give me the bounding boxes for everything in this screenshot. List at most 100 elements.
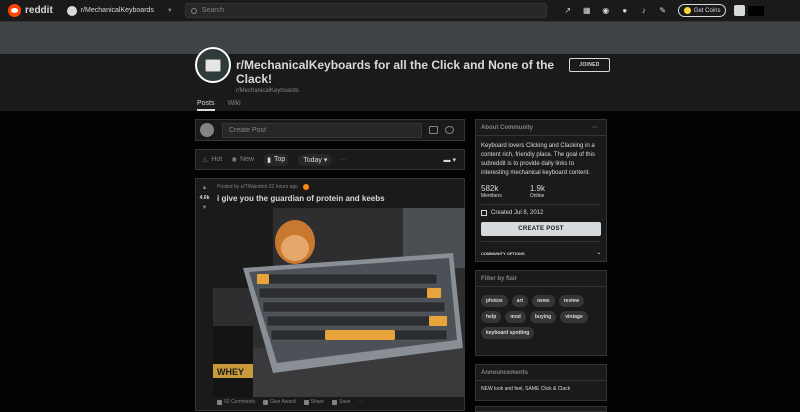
sort-hot-label: Hot	[211, 156, 223, 163]
create-post-input[interactable]: Create Post	[222, 122, 422, 138]
community-options-label: COMMUNITY OPTIONS	[481, 250, 525, 256]
sort-top[interactable]: ▮ Top	[263, 153, 290, 166]
search-icon	[190, 7, 197, 14]
avatar	[734, 5, 746, 16]
save-button[interactable]: Save	[331, 399, 351, 405]
link-icon[interactable]	[445, 126, 454, 134]
flair-list: photos art news review help mod buying v…	[476, 287, 606, 343]
popular-icon[interactable]: ▦	[581, 5, 593, 17]
subreddit-icon	[66, 5, 77, 16]
flair-chip[interactable]: mod	[505, 311, 526, 323]
reddit-alien-icon	[8, 4, 21, 17]
downvote-icon[interactable]: ▼	[202, 205, 208, 211]
online-count: 1.9k	[529, 184, 545, 193]
image-upload-icon[interactable]	[429, 126, 438, 134]
sort-hot[interactable]: ♨ Hot	[202, 156, 222, 164]
chat-icon[interactable]: ●	[619, 5, 631, 17]
about-description: Keyboard lovers Clicking and Clacking in…	[481, 143, 595, 176]
notifications-icon[interactable]: ♪	[638, 5, 650, 17]
create-post-button[interactable]: CREATE POST	[481, 222, 601, 236]
sort-new[interactable]: ✺ New	[231, 156, 254, 164]
post-card[interactable]: ▲ 4.0k ▼ Posted by u/TWaimbot 22 hours a…	[195, 178, 465, 411]
members-label: Members	[481, 193, 502, 199]
about-community-widget: About Community ··· Keyboard lovers Clic…	[475, 119, 607, 262]
flair-chip[interactable]: buying	[529, 311, 557, 323]
vote-column: ▲ 4.0k ▼	[196, 179, 213, 410]
search-input[interactable]: Search	[184, 3, 547, 18]
community-stats: 582k Members 1.9k Online	[476, 178, 606, 199]
about-heading: About Community	[481, 124, 533, 131]
user-menu[interactable]	[734, 5, 765, 16]
community-options-toggle[interactable]: COMMUNITY OPTIONS ⌄	[476, 250, 606, 256]
sort-top-label: Top	[273, 156, 286, 163]
chevron-down-icon: ▼	[166, 7, 173, 14]
community-banner	[0, 22, 800, 54]
announcements-widget: Announcements NEW look and feel, SAME Cl…	[475, 364, 607, 401]
post-score: 4.0k	[199, 195, 210, 201]
reddit-logo[interactable]: reddit	[8, 4, 53, 17]
post-actions: 92 Comments Give Award Share Save ···	[217, 399, 371, 405]
tab-wiki[interactable]: Wiki	[228, 100, 241, 111]
post-image[interactable]: WHEY	[213, 208, 465, 397]
flame-icon: ♨	[202, 156, 209, 164]
save-label: Save	[338, 399, 351, 405]
community-title: r/MechanicalKeyboards for all the Click …	[236, 58, 555, 86]
get-coins-label: Get Coins	[693, 7, 721, 14]
divider	[481, 204, 601, 205]
divider	[481, 241, 601, 242]
give-award-button[interactable]: Give Award	[263, 399, 296, 405]
time-range-dropdown[interactable]: Today ▾	[298, 153, 333, 166]
flair-chip[interactable]: vintage	[560, 311, 588, 323]
header-actions: ↗ ▦ ◉ ● ♪ ✎ Get Coins	[562, 4, 765, 17]
more-sort-options[interactable]: ···	[339, 156, 346, 163]
tab-posts[interactable]: Posts	[197, 100, 215, 111]
share-icon	[303, 399, 309, 405]
keycap-icon	[205, 58, 221, 72]
chevron-down-icon: ⌄	[596, 250, 601, 256]
flair-heading: Filter by flair	[476, 271, 606, 287]
members-count: 582k	[481, 184, 499, 193]
flair-chip[interactable]: photos	[481, 295, 508, 307]
flair-chip[interactable]: news	[532, 295, 555, 307]
subreddit-dropdown-label: r/MechanicalKeyboards	[80, 7, 154, 14]
sort-new-label: New	[240, 156, 255, 163]
flair-chip[interactable]: review	[558, 295, 585, 307]
search-placeholder: Search	[201, 7, 224, 14]
redacted-username	[748, 5, 765, 16]
comments-button[interactable]: 92 Comments	[217, 399, 255, 405]
upvote-icon[interactable]: ▲	[202, 185, 208, 191]
post-meta: Posted by u/TWaimbot 22 hours ago	[217, 184, 309, 190]
time-range-label: Today	[303, 156, 322, 164]
give-award-label: Give Award	[270, 399, 296, 405]
share-button[interactable]: Share	[303, 399, 324, 405]
announcement-item[interactable]: NEW look and feel, SAME Click & Clack	[476, 381, 606, 397]
bar-chart-icon: ▮	[267, 156, 271, 164]
trending-icon[interactable]: ↗	[562, 5, 574, 17]
flair-chip[interactable]: help	[481, 311, 502, 323]
post-author-time: Posted by u/TWaimbot 22 hours ago	[217, 184, 298, 190]
about-more-button[interactable]: ···	[592, 125, 598, 131]
get-coins-button[interactable]: Get Coins	[677, 4, 727, 17]
post-more-button[interactable]: ···	[358, 399, 363, 405]
filter-by-flair-widget: Filter by flair photos art news review h…	[475, 270, 607, 356]
community-name: r/MechanicalKeyboards	[236, 88, 299, 94]
about-heading-row: About Community ···	[476, 120, 606, 136]
view-layout-toggle[interactable]: ▬ ▾	[444, 156, 456, 164]
coin-icon	[683, 7, 691, 14]
all-icon[interactable]: ◉	[600, 5, 612, 17]
flair-chip[interactable]: keyboard spotting	[481, 327, 535, 339]
subreddit-dropdown[interactable]: r/MechanicalKeyboards ▼	[66, 3, 173, 19]
avatar[interactable]	[200, 123, 214, 137]
award-icon	[302, 184, 309, 190]
create-post-bar: Create Post	[195, 119, 465, 141]
comments-label: 92 Comments	[224, 399, 256, 405]
post-title[interactable]: i give you the guardian of protein and k…	[217, 194, 385, 203]
flair-chip[interactable]: art	[511, 295, 529, 307]
protein-tub-label: WHEY	[217, 367, 244, 377]
create-post-icon[interactable]: ✎	[657, 5, 669, 17]
online-label: Online	[529, 193, 545, 199]
created-date-label: Created Jul 8, 2012	[491, 210, 544, 216]
joined-button[interactable]: JOINED	[569, 58, 610, 72]
comment-icon	[217, 399, 222, 405]
community-avatar	[195, 47, 231, 83]
